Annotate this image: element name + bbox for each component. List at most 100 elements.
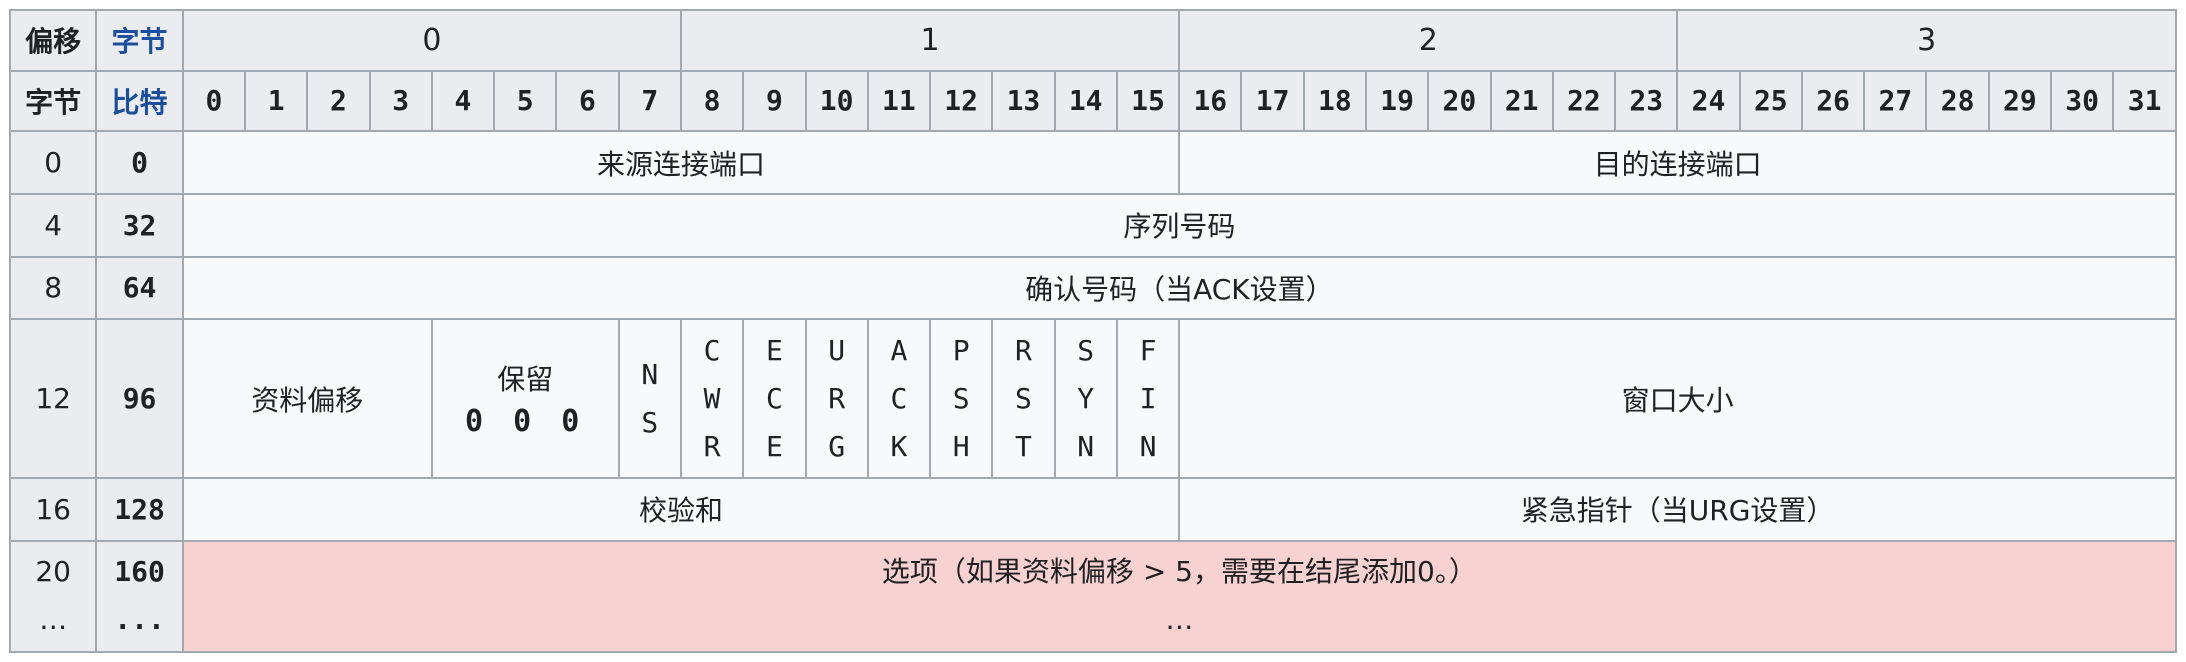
flag-letter: C [703, 333, 721, 367]
bit-number: 14 [1053, 69, 1118, 133]
flag-letter: A [890, 333, 908, 367]
flag-letter: U [828, 333, 846, 367]
row-byte-offset: 4 [8, 192, 98, 258]
octet-3-header: 3 [1676, 9, 2177, 72]
bit-number: 11 [866, 69, 932, 133]
bit-offset-value: 160 [114, 555, 165, 589]
flag-letter: W [703, 381, 721, 415]
bit-number: 22 [1551, 69, 1617, 133]
flag-letter: S [952, 381, 970, 415]
bit-number: 15 [1115, 69, 1181, 133]
offset-label: 偏移 [8, 9, 98, 72]
flag-letter: P [952, 333, 970, 367]
octet-header-row: 偏移 字节 0 1 2 3 [8, 9, 2177, 72]
flag-letter: C [765, 381, 783, 415]
flag-letter: K [890, 429, 908, 463]
bit-number: 0 [181, 69, 247, 133]
flag-letter: N [1139, 429, 1157, 463]
byte-label: 字节 [8, 69, 98, 133]
flag-urg: U R G [804, 318, 869, 480]
dest-port-field: 目的连接端口 [1178, 130, 2177, 195]
octet-2-header: 2 [1178, 9, 1679, 72]
bit-number: 12 [929, 69, 994, 133]
bit-number: 16 [1178, 69, 1243, 133]
options-field: 选项（如果资料偏移 > 5，需要在结尾添加0。） … [181, 539, 2178, 654]
data-offset-field: 资料偏移 [181, 318, 433, 480]
flag-letter: R [703, 429, 721, 463]
sequence-number-field: 序列号码 [181, 192, 2178, 258]
bit-number: 23 [1614, 69, 1679, 133]
reserved-bits: 0 0 0 [465, 404, 586, 440]
flag-fin: F I N [1115, 318, 1181, 480]
bit-number: 20 [1427, 69, 1492, 133]
row-bit-offset: 128 [95, 477, 184, 542]
row-byte-offset: 16 [8, 477, 98, 542]
flag-letter: E [765, 333, 783, 367]
flag-letter: R [828, 381, 846, 415]
flag-letter: T [1015, 429, 1032, 463]
source-port-field: 来源连接端口 [181, 130, 1181, 195]
bit-number: 29 [1987, 69, 2053, 133]
options-continuation: … [1165, 603, 1194, 637]
reserved-field: 保留 0 0 0 [430, 318, 620, 480]
table-row: 16 128 校验和 紧急指针（当URG设置） [8, 477, 2177, 542]
flag-letter: S [1015, 381, 1032, 415]
flag-letter: I [1139, 381, 1157, 415]
bit-number: 4 [430, 69, 496, 133]
flag-syn: S Y N [1053, 318, 1118, 480]
bit-number: 10 [804, 69, 869, 133]
flag-ns: N S [617, 318, 682, 480]
flag-ece: E C E [742, 318, 807, 480]
bit-number: 5 [493, 69, 558, 133]
row-bit-offset: 0 [95, 130, 184, 195]
row-byte-offset: 20 … [8, 539, 98, 654]
checksum-field: 校验和 [181, 477, 1181, 542]
bit-number: 1 [244, 69, 309, 133]
ack-number-field: 确认号码（当ACK设置） [181, 255, 2178, 321]
bit-number: 28 [1925, 69, 1990, 133]
tcp-header-table: 偏移 字节 0 1 2 3 字节 比特 0 1 2 3 4 5 6 7 8 9 … [8, 9, 2178, 654]
row-bit-offset: 32 [95, 192, 184, 258]
flag-letter: Y [1077, 381, 1095, 415]
flag-letter: R [1015, 333, 1032, 367]
flag-letter: S [641, 405, 659, 439]
bit-label: 比特 [95, 69, 184, 133]
row-byte-offset: 12 [8, 318, 98, 480]
flag-letter: N [641, 357, 659, 391]
bit-number: 21 [1489, 69, 1554, 133]
table-row: 20 … 160 ... 选项（如果资料偏移 > 5，需要在结尾添加0。） … [8, 539, 2178, 654]
bit-number: 3 [368, 69, 433, 133]
urgent-pointer-field: 紧急指针（当URG设置） [1178, 477, 2177, 542]
row-bit-offset: 64 [95, 255, 184, 321]
bit-number: 31 [2112, 69, 2177, 133]
table-row: 12 96 资料偏移 保留 0 0 0 N S C W R E C E U R … [8, 318, 2177, 480]
bit-number: 6 [555, 69, 620, 133]
options-text: 选项（如果资料偏移 > 5，需要在结尾添加0。） [881, 555, 1477, 589]
bit-number: 26 [1800, 69, 1866, 133]
bit-number: 25 [1738, 69, 1803, 133]
bit-header-row: 字节 比特 0 1 2 3 4 5 6 7 8 9 10 11 12 13 14… [8, 69, 2177, 133]
bit-number: 2 [306, 69, 371, 133]
reserved-label: 保留 [497, 363, 554, 397]
bit-number: 30 [2049, 69, 2115, 133]
row-byte-offset: 0 [8, 130, 98, 195]
flag-letter: N [1077, 429, 1095, 463]
flag-letter: E [765, 429, 783, 463]
bit-number: 9 [742, 69, 807, 133]
bit-number: 24 [1676, 69, 1741, 133]
table-row: 4 32 序列号码 [8, 192, 2178, 258]
flag-letter: H [952, 429, 970, 463]
bit-number: 8 [679, 69, 745, 133]
row-bit-offset: 96 [95, 318, 184, 480]
table-row: 8 64 确认号码（当ACK设置） [8, 255, 2178, 321]
flag-rst: R S T [991, 318, 1056, 480]
bit-number: 19 [1364, 69, 1430, 133]
bit-number: 27 [1863, 69, 1928, 133]
octet-0-header: 0 [181, 9, 682, 72]
flag-letter: S [1077, 333, 1095, 367]
flag-letter: F [1139, 333, 1157, 367]
octet-label: 字节 [95, 9, 184, 72]
flag-psh: P S H [929, 318, 994, 480]
byte-offset-value: 20 [35, 555, 71, 589]
row-bit-offset: 160 ... [95, 539, 184, 654]
